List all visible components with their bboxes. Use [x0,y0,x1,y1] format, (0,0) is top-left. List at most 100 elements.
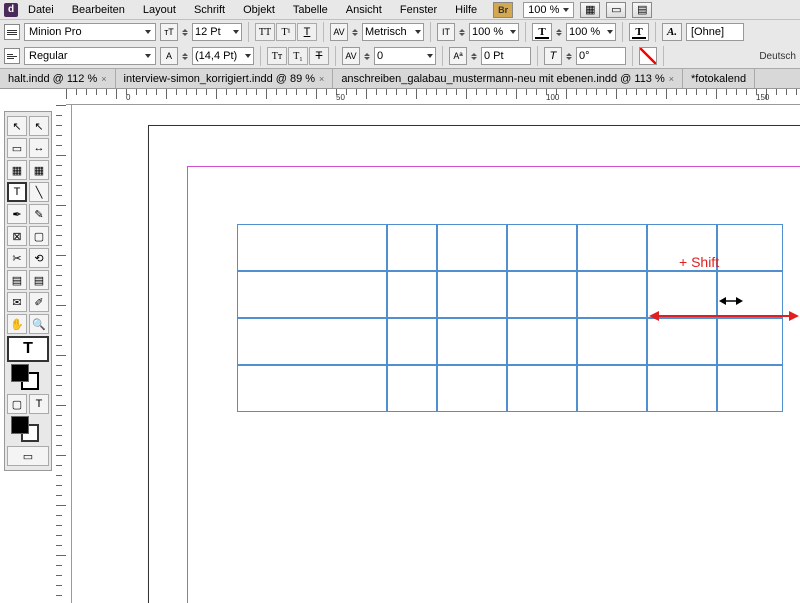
table-cell[interactable] [387,224,437,271]
scissors-tool[interactable]: ✂ [7,248,27,268]
horizontal-ruler[interactable]: 050100150 [66,89,800,105]
stroke-none-icon[interactable] [639,47,657,65]
page-tool[interactable]: ▭ [7,138,27,158]
format-text-icon[interactable]: T [29,394,49,414]
font-size-input[interactable]: 12 Pt [192,23,242,41]
baseline-input[interactable]: 0 Pt [481,47,531,65]
selection-tool[interactable]: ↖ [7,116,27,136]
table-cell[interactable] [647,365,717,412]
tab-halt[interactable]: halt.indd @ 112 %× [0,69,116,88]
type-tool[interactable]: T [7,182,27,202]
size-spinner[interactable] [182,29,188,36]
table-cell[interactable] [437,271,507,318]
menu-fenster[interactable]: Fenster [392,2,445,18]
apply-color[interactable] [11,416,29,434]
leading-spinner[interactable] [182,53,188,60]
gap-tool[interactable]: ↔ [29,138,49,158]
skew-input[interactable]: 0° [576,47,626,65]
table-cell[interactable] [507,271,577,318]
superscript-button[interactable]: T¹ [276,23,296,41]
tab-interview[interactable]: interview-simon_korrigiert.indd @ 89 %× [116,69,334,88]
close-icon[interactable]: × [669,74,674,84]
table-cell[interactable] [437,224,507,271]
kerning-input[interactable]: Metrisch [362,23,424,41]
menu-layout[interactable]: Layout [135,2,184,18]
table-cell[interactable] [507,318,577,365]
table-cell[interactable] [387,318,437,365]
tint-spinner[interactable] [556,29,562,36]
gradient-feather-tool[interactable]: ▤ [29,270,49,290]
skew-spinner[interactable] [566,53,572,60]
color-apply-swatch[interactable] [7,416,49,444]
subscript-button[interactable]: T₁ [288,47,308,65]
table-cell[interactable] [237,271,387,318]
eyedropper-tool[interactable]: ✐ [29,292,49,312]
table-cell[interactable] [717,365,783,412]
menu-tabelle[interactable]: Tabelle [285,2,336,18]
close-icon[interactable]: × [101,74,106,84]
table-cell[interactable] [387,365,437,412]
tracking-spinner[interactable] [364,53,370,60]
baseline-spinner[interactable] [471,53,477,60]
vscale-input[interactable]: 100 % [469,23,519,41]
free-transform-tool[interactable]: ⟲ [29,248,49,268]
type-tool-large[interactable]: T [7,336,49,362]
zoom-tool[interactable]: 🔍 [29,314,49,334]
table-cell[interactable] [437,365,507,412]
kerning-spinner[interactable] [352,29,358,36]
close-icon[interactable]: × [319,74,324,84]
table-cell[interactable] [577,271,647,318]
zoom-level[interactable]: 100 % [523,2,574,18]
content-collector-tool[interactable]: ▦ [7,160,27,180]
underline-button[interactable]: T [297,23,317,41]
direct-selection-tool[interactable]: ↖ [29,116,49,136]
fill-stroke-swatch[interactable] [7,364,49,392]
table-cell[interactable] [237,318,387,365]
table-cell[interactable] [437,318,507,365]
tab-fotokalender[interactable]: *fotokalend [683,69,755,88]
character-mode-icon[interactable] [4,24,20,40]
fill-swatch[interactable] [11,364,29,382]
arrange-icon[interactable]: ▤ [632,2,652,18]
tint-input[interactable]: 100 % [566,23,616,41]
table-cell[interactable] [237,224,387,271]
rectangle-frame-tool[interactable]: ⊠ [7,226,27,246]
strikethrough-button[interactable]: T [309,47,329,65]
font-style-select[interactable]: Regular [24,47,156,65]
canvas[interactable]: + Shift [56,105,800,603]
note-tool[interactable]: ✉ [7,292,27,312]
vscale-spinner[interactable] [459,29,465,36]
gradient-swatch-tool[interactable]: ▤ [7,270,27,290]
table-cell[interactable] [577,318,647,365]
charstyle-select[interactable]: [Ohne] [686,23,744,41]
table-cell[interactable] [387,271,437,318]
rectangle-tool[interactable]: ▢ [29,226,49,246]
screen-mode-normal[interactable]: ▭ [7,446,49,466]
table-cell[interactable] [507,224,577,271]
table-cell[interactable] [507,365,577,412]
smallcaps-button[interactable]: Tᴛ [267,47,287,65]
menu-datei[interactable]: Datei [20,2,62,18]
menu-ansicht[interactable]: Ansicht [338,2,390,18]
hand-tool[interactable]: ✋ [7,314,27,334]
table-cell[interactable] [577,224,647,271]
pencil-tool[interactable]: ✎ [29,204,49,224]
paragraph-mode-icon[interactable] [4,48,20,64]
font-family-select[interactable]: Minion Pro [24,23,156,41]
leading-input[interactable]: (14,4 Pt) [192,47,254,65]
menu-hilfe[interactable]: Hilfe [447,2,485,18]
text-color-button[interactable]: T [629,23,649,41]
line-tool[interactable]: ╲ [29,182,49,202]
allcaps-button[interactable]: TT [255,23,275,41]
content-placer-tool[interactable]: ▦ [29,160,49,180]
pen-tool[interactable]: ✒ [7,204,27,224]
fill-color-button[interactable]: T [532,23,552,41]
menu-schrift[interactable]: Schrift [186,2,233,18]
menu-objekt[interactable]: Objekt [235,2,283,18]
view-options-icon[interactable]: ▦ [580,2,600,18]
format-container-icon[interactable]: ▢ [7,394,27,414]
table-cell[interactable] [237,365,387,412]
vertical-ruler[interactable] [56,105,72,603]
table-cell[interactable] [577,365,647,412]
screen-mode-icon[interactable]: ▭ [606,2,626,18]
